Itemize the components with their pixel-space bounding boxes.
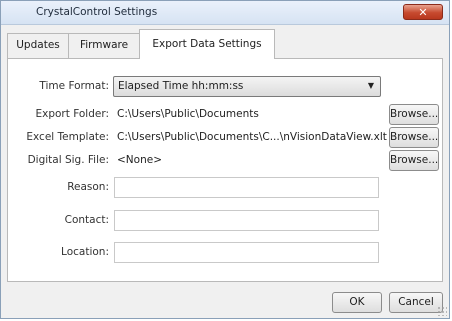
tab-strip: Updates Firmware Export Data Settings bbox=[7, 29, 447, 59]
ok-button-label: OK bbox=[349, 296, 365, 308]
excel-template-browse-label: Browse... bbox=[390, 131, 439, 143]
location-label: Location: bbox=[61, 246, 109, 258]
tab-export-data-settings[interactable]: Export Data Settings bbox=[139, 29, 275, 59]
tab-firmware[interactable]: Firmware bbox=[68, 33, 140, 58]
export-folder-browse-button[interactable]: Browse... bbox=[389, 104, 439, 125]
resize-grip-icon[interactable] bbox=[437, 306, 447, 316]
export-folder-browse-label: Browse... bbox=[390, 108, 439, 120]
tab-updates-label: Updates bbox=[16, 39, 60, 51]
cancel-button[interactable]: Cancel bbox=[389, 292, 443, 313]
reason-label: Reason: bbox=[67, 181, 109, 193]
tab-export-data-settings-label: Export Data Settings bbox=[152, 38, 262, 50]
time-format-label: Time Format: bbox=[39, 80, 109, 92]
reason-input[interactable] bbox=[114, 177, 379, 198]
digital-sig-label: Digital Sig. File: bbox=[27, 154, 109, 166]
time-format-dropdown[interactable]: Elapsed Time hh:mm:ss ▼ bbox=[113, 76, 381, 97]
cancel-button-label: Cancel bbox=[398, 296, 434, 308]
excel-template-label: Excel Template: bbox=[26, 131, 109, 143]
digital-sig-browse-button[interactable]: Browse... bbox=[389, 150, 439, 171]
export-folder-value: C:\Users\Public\Documents bbox=[117, 108, 259, 120]
title-bar[interactable]: CrystalControl Settings ✕ bbox=[1, 1, 449, 25]
close-button[interactable]: ✕ bbox=[403, 4, 443, 20]
export-folder-label: Export Folder: bbox=[35, 108, 109, 120]
settings-window: CrystalControl Settings ✕ Updates Firmwa… bbox=[0, 0, 450, 319]
excel-template-value: C:\Users\Public\Documents\C...\nVisionDa… bbox=[117, 131, 387, 143]
time-format-value: Elapsed Time hh:mm:ss bbox=[118, 80, 244, 92]
chevron-down-icon: ▼ bbox=[367, 81, 374, 90]
location-input[interactable] bbox=[114, 242, 379, 263]
excel-template-browse-button[interactable]: Browse... bbox=[389, 127, 439, 148]
digital-sig-browse-label: Browse... bbox=[390, 154, 439, 166]
tab-updates[interactable]: Updates bbox=[7, 33, 69, 58]
contact-label: Contact: bbox=[64, 214, 109, 226]
contact-input[interactable] bbox=[114, 210, 379, 231]
window-title: CrystalControl Settings bbox=[36, 6, 158, 18]
close-icon: ✕ bbox=[418, 6, 428, 19]
digital-sig-value: <None> bbox=[117, 154, 162, 166]
ok-button[interactable]: OK bbox=[332, 292, 382, 313]
tab-firmware-label: Firmware bbox=[79, 39, 129, 51]
